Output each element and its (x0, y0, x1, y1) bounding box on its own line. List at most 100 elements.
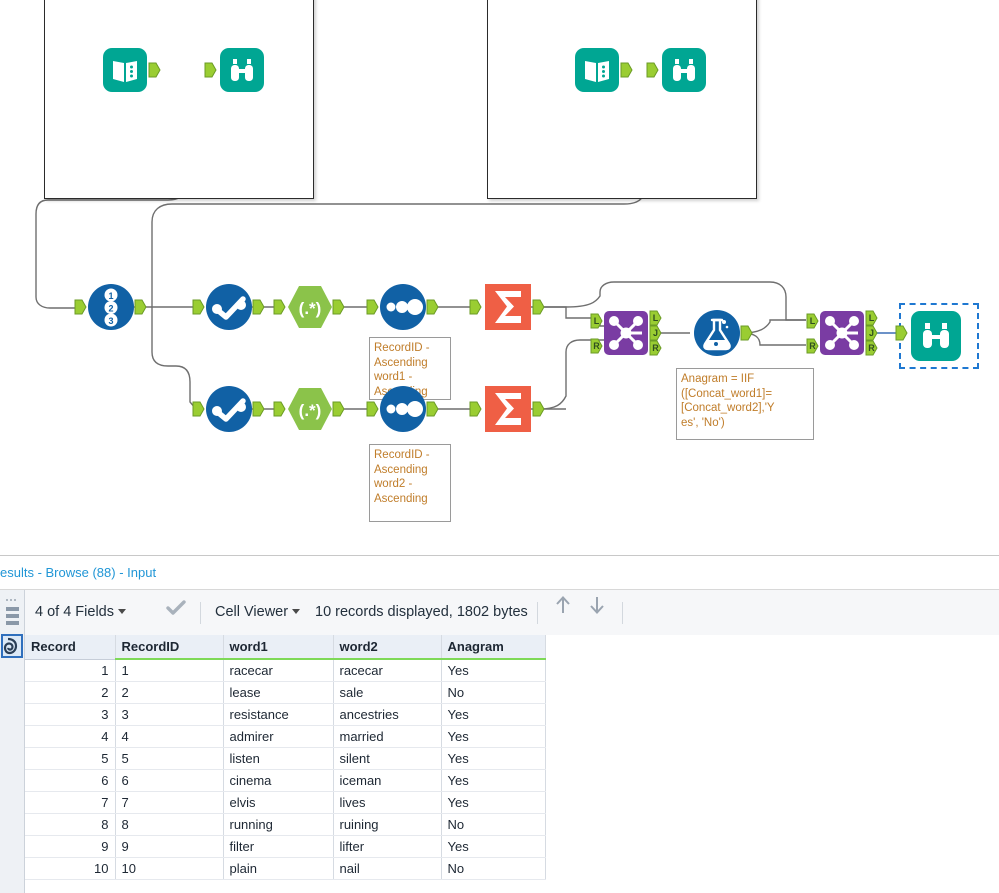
table-row[interactable]: 10 10 plain nail No (25, 857, 546, 880)
table-row[interactable]: 5 5 listen silent Yes (25, 747, 546, 770)
tool-browse-1[interactable] (204, 48, 264, 92)
table-cell[interactable]: married (333, 725, 442, 748)
output-anchor[interactable] (148, 62, 161, 78)
table-cell[interactable]: 5 (115, 747, 224, 770)
apply-fields-button[interactable] (165, 590, 187, 635)
input-anchor[interactable] (469, 299, 482, 315)
table-cell[interactable]: lease (223, 681, 334, 704)
output-anchor[interactable] (134, 299, 147, 315)
tool-select-2[interactable] (192, 386, 265, 432)
fields-selector[interactable]: 4 of 4 Fields (35, 590, 128, 635)
table-cell[interactable]: 2 (115, 681, 224, 704)
row-number-cell[interactable]: 6 (25, 769, 116, 792)
table-row[interactable]: 8 8 running ruining No (25, 813, 546, 836)
table-cell[interactable]: Yes (441, 747, 546, 770)
output-anchor[interactable] (252, 299, 265, 315)
input-anchor[interactable] (74, 299, 87, 315)
input-anchor[interactable] (273, 401, 286, 417)
table-cell[interactable]: 8 (115, 813, 224, 836)
output-anchor[interactable] (620, 62, 633, 78)
table-row[interactable]: 9 9 filter lifter Yes (25, 835, 546, 858)
tool-text-input-1[interactable] (103, 48, 161, 92)
column-header-word1[interactable]: word1 (223, 635, 334, 660)
table-cell[interactable]: No (441, 681, 546, 704)
input-anchor[interactable] (192, 299, 205, 315)
tool-sort-2[interactable] (366, 386, 439, 432)
column-header-anagram[interactable]: Anagram (441, 635, 546, 660)
tool-sort-1[interactable] (366, 284, 439, 330)
table-cell[interactable]: 6 (115, 769, 224, 792)
column-header-record[interactable]: Record (25, 635, 116, 660)
table-cell[interactable]: No (441, 813, 546, 836)
tool-regex-1[interactable]: (.*) (273, 284, 345, 330)
tool-regex-2[interactable]: (.*) (273, 386, 345, 432)
input-anchor[interactable] (366, 401, 379, 417)
table-cell[interactable]: racecar (223, 659, 334, 682)
results-browse-tab[interactable] (1, 634, 23, 658)
tool-join-2[interactable]: L R L J R (806, 310, 878, 356)
row-number-cell[interactable]: 5 (25, 747, 116, 770)
tool-container-right[interactable] (487, 0, 757, 199)
table-cell[interactable]: 9 (115, 835, 224, 858)
input-anchor[interactable] (895, 325, 908, 341)
input-anchor[interactable] (646, 62, 659, 78)
chevron-down-icon[interactable] (292, 608, 301, 614)
row-number-cell[interactable]: 9 (25, 835, 116, 858)
tool-container-left[interactable] (44, 0, 314, 199)
input-anchor[interactable] (273, 299, 286, 315)
table-cell[interactable]: Yes (441, 703, 546, 726)
table-cell[interactable]: ruining (333, 813, 442, 836)
table-cell[interactable]: 1 (115, 659, 224, 682)
nav-up-button[interactable] (553, 590, 573, 635)
output-anchor[interactable] (532, 401, 545, 417)
table-row[interactable]: 2 2 lease sale No (25, 681, 546, 704)
table-cell[interactable]: running (223, 813, 334, 836)
workflow-canvas[interactable]: .w{fill:none;stroke:#6f6f6f;stroke-width… (0, 0, 999, 555)
list-icon[interactable] (3, 604, 22, 630)
view-mode-selector[interactable]: Cell Viewer (215, 590, 302, 635)
table-cell[interactable]: lives (333, 791, 442, 814)
column-header-word2[interactable]: word2 (333, 635, 442, 660)
table-cell[interactable]: Yes (441, 725, 546, 748)
table-cell[interactable]: ancestries (333, 703, 442, 726)
table-cell[interactable]: cinema (223, 769, 334, 792)
tool-browse-2[interactable] (646, 48, 706, 92)
row-number-cell[interactable]: 8 (25, 813, 116, 836)
input-anchor[interactable] (204, 62, 217, 78)
table-cell[interactable]: racecar (333, 659, 442, 682)
output-anchor[interactable] (252, 401, 265, 417)
column-header-recordid[interactable]: RecordID (115, 635, 224, 660)
table-cell[interactable]: resistance (223, 703, 334, 726)
table-cell[interactable]: Yes (441, 791, 546, 814)
table-cell[interactable]: 7 (115, 791, 224, 814)
tool-formula[interactable] (694, 310, 753, 356)
table-row[interactable]: 6 6 cinema iceman Yes (25, 769, 546, 792)
output-anchor[interactable] (426, 401, 439, 417)
tool-summarize-1[interactable] (469, 283, 545, 331)
table-row[interactable]: 4 4 admirer married Yes (25, 725, 546, 748)
table-cell[interactable]: Yes (441, 769, 546, 792)
table-cell[interactable]: No (441, 857, 546, 880)
table-row[interactable]: 7 7 elvis lives Yes (25, 791, 546, 814)
input-anchor[interactable] (366, 299, 379, 315)
table-cell[interactable]: admirer (223, 725, 334, 748)
table-row[interactable]: 1 1 racecar racecar Yes (25, 659, 546, 682)
row-number-cell[interactable]: 7 (25, 791, 116, 814)
table-cell[interactable]: plain (223, 857, 334, 880)
output-anchor[interactable] (740, 325, 753, 341)
table-cell[interactable]: 10 (115, 857, 224, 880)
table-cell[interactable]: lifter (333, 835, 442, 858)
output-anchor[interactable] (332, 401, 345, 417)
output-anchor[interactable] (532, 299, 545, 315)
row-number-cell[interactable]: 1 (25, 659, 116, 682)
table-cell[interactable]: silent (333, 747, 442, 770)
table-cell[interactable]: nail (333, 857, 442, 880)
tool-record-id[interactable]: 1 2 3 (74, 284, 147, 330)
input-anchor[interactable] (192, 401, 205, 417)
table-row[interactable]: 3 3 resistance ancestries Yes (25, 703, 546, 726)
row-number-cell[interactable]: 10 (25, 857, 116, 880)
chevron-down-icon[interactable] (118, 608, 126, 614)
table-cell[interactable]: 4 (115, 725, 224, 748)
row-number-cell[interactable]: 3 (25, 703, 116, 726)
table-cell[interactable]: Yes (441, 835, 546, 858)
